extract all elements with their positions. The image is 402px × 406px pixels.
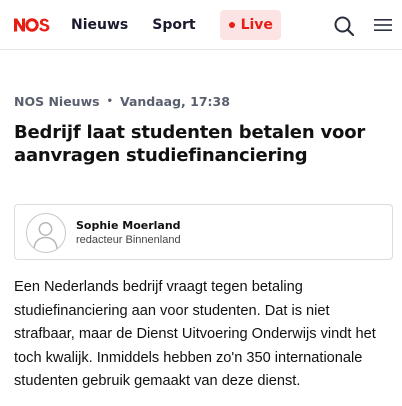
article-source: NOS Nieuws (14, 93, 100, 109)
menu-button[interactable] (373, 15, 393, 35)
article-meta: NOS Nieuws • Vandaag, 17:38 (14, 92, 230, 110)
nos-logo[interactable] (14, 16, 50, 34)
author-role: redacteur Binnenland (76, 234, 181, 246)
article-intro: Een Nederlands bedrijf vraagt tegen beta… (14, 279, 376, 390)
meta-separator: • (106, 95, 113, 107)
search-button[interactable] (331, 13, 357, 39)
nos-logo-mark (14, 18, 50, 32)
nav-item-nieuws[interactable]: Nieuws (71, 10, 128, 40)
main-nav: Nieuws Sport Live (71, 10, 281, 40)
hamburger-menu-icon (374, 19, 392, 31)
live-button[interactable]: Live (219, 10, 281, 40)
author-card[interactable]: Sophie Moerland redacteur Binnenland (14, 204, 393, 260)
user-avatar-icon (26, 213, 66, 253)
avatar-silhouette (33, 222, 58, 251)
live-label: Live (240, 17, 273, 33)
article-timestamp: Vandaag, 17:38 (119, 93, 230, 109)
search-icon (334, 16, 355, 37)
article-title: Bedrijf laat studenten betalen voor aanv… (14, 122, 366, 166)
site-header: Nieuws Sport Live (0, 0, 402, 50)
nav-item-sport[interactable]: Sport (152, 10, 195, 40)
live-dot-icon (228, 22, 235, 28)
author-name: Sophie Moerland (76, 219, 181, 232)
